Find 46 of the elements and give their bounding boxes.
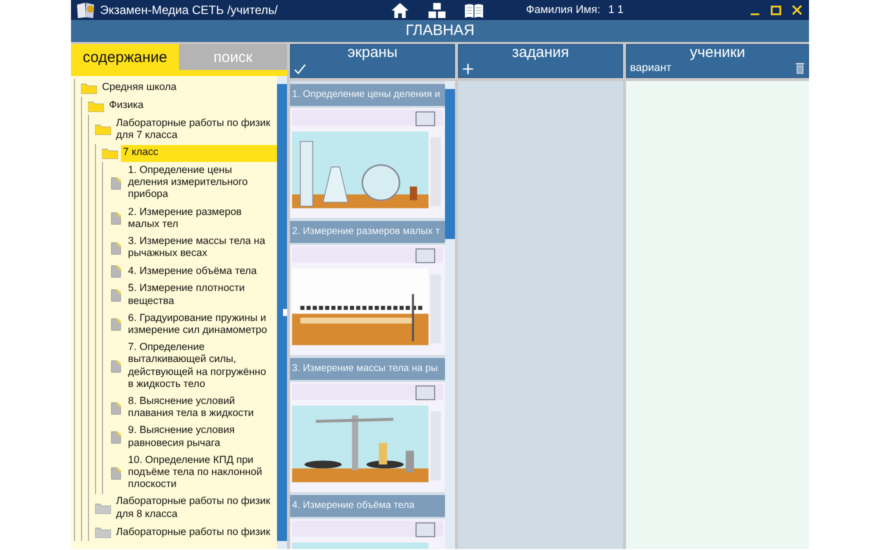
tree-item[interactable]: 8. Выяснение условий плавания тела в жидкости (126, 393, 277, 423)
document-icon (111, 242, 121, 255)
tree-item[interactable]: 1. Определение цены деления измерительного прибора (126, 162, 277, 204)
tree-item[interactable]: 2. Измерение размеров малых тел (126, 204, 277, 234)
tree-item[interactable]: Средняя школа (100, 79, 277, 97)
document-icon (111, 431, 121, 444)
book-logo-icon (75, 1, 97, 19)
tree-item[interactable]: 7. Определение выталкивающей силы, действующей на погружённо в жидкость тело (126, 340, 277, 394)
column-title: задания (510, 45, 570, 61)
scrollbar[interactable] (445, 81, 455, 549)
tree-item[interactable]: 3. Измерение массы тела на рычажных весах (126, 233, 277, 263)
document-icon (111, 289, 121, 302)
tree-item[interactable]: 10. Определение КПД при подъёме тела по наклонной плоскости (126, 452, 277, 494)
tab[interactable]: содержание (71, 44, 179, 70)
document-icon (111, 318, 121, 332)
user-name: 1 1 (608, 4, 624, 16)
tree-item[interactable]: Лабораторные работы по физик (114, 524, 277, 540)
maximize-icon[interactable] (770, 4, 782, 16)
column-title: ученики (688, 45, 746, 61)
tree-item[interactable]: 5. Измерение плотности вещества (126, 280, 277, 310)
user-label: Фамилия Имя: (526, 4, 600, 16)
document-icon (111, 212, 121, 226)
blocks-icon[interactable] (427, 2, 447, 18)
tree-item[interactable]: 9. Выяснение условия равновесия рычага (126, 422, 277, 452)
tree-item[interactable]: 4. Измерение объёма тела (126, 263, 277, 280)
home-icon[interactable] (390, 2, 410, 18)
tree-item[interactable]: 7 класс (121, 144, 277, 162)
checkmark-icon[interactable] (294, 63, 306, 75)
tree-item[interactable]: Лабораторные работы по физик для 7 класса (114, 115, 277, 144)
tree-item[interactable]: Лабораторные работы по физик для 8 класса (114, 494, 277, 524)
plus-icon[interactable] (462, 63, 474, 75)
book-icon[interactable] (464, 2, 484, 18)
document-icon (111, 176, 121, 190)
document-icon (111, 466, 121, 480)
document-icon (111, 265, 121, 278)
app-title: Экзамен-Медиа СЕТЬ /учитель/ (100, 3, 279, 17)
close-icon[interactable] (791, 4, 803, 16)
trash-icon[interactable] (795, 62, 805, 74)
tree-item[interactable]: 6. Градуирование пружины и измерение сил динамометро (126, 310, 277, 340)
variant-label: вариант (630, 62, 672, 74)
document-icon (111, 402, 121, 415)
page-title: ГЛАВНАЯ (71, 20, 809, 42)
column-title: экраны (346, 45, 398, 61)
tree-item[interactable]: Физика (107, 97, 277, 115)
scrollbar[interactable] (277, 76, 287, 549)
document-icon (111, 360, 121, 374)
